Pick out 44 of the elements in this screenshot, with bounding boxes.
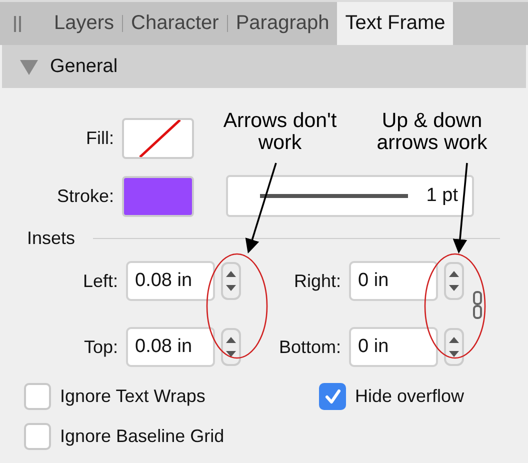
stepper[interactable] <box>444 328 464 366</box>
checkbox[interactable] <box>24 423 51 450</box>
stroke-weight-field[interactable]: 1 pt <box>226 175 474 217</box>
tab[interactable]: Layers <box>46 2 122 45</box>
stroke-label: Stroke: <box>56 186 114 206</box>
checkbox[interactable] <box>319 383 346 410</box>
up-arrow-icon <box>449 337 459 344</box>
inset-label: Left: <box>82 270 118 292</box>
down-arrow-icon <box>226 350 236 357</box>
down-arrow-icon <box>226 284 236 291</box>
inset-field[interactable]: 0 in <box>349 327 438 367</box>
checkbox-label: Hide overflow <box>355 386 464 407</box>
section-title: General <box>50 56 118 78</box>
annotation-text: Up & down arrows work <box>376 110 488 154</box>
insets-label: Insets <box>27 228 76 248</box>
inset-field[interactable]: 0.08 in <box>126 327 215 367</box>
checkbox-label: Ignore Text Wraps <box>60 386 206 407</box>
stroke-swatch[interactable] <box>122 176 194 216</box>
up-arrow-icon <box>449 271 459 278</box>
checkbox-label: Ignore Baseline Grid <box>60 426 224 447</box>
chain-link-icon[interactable] <box>473 291 482 319</box>
inset-label: Bottom: <box>278 336 341 358</box>
grip-icon[interactable] <box>14 16 22 32</box>
down-arrow-icon <box>449 350 459 357</box>
down-arrow-icon <box>449 284 459 291</box>
up-arrow-icon <box>226 337 236 344</box>
checkbox[interactable] <box>24 383 51 410</box>
annotation-text: Arrows don't work <box>222 110 338 154</box>
fill-label: Fill: <box>85 128 114 149</box>
fill-swatch[interactable] <box>122 118 194 159</box>
tab[interactable]: Text Frame <box>337 2 454 45</box>
inset-field[interactable]: 0.08 in <box>126 261 215 301</box>
tab[interactable]: Paragraph <box>228 2 338 45</box>
up-arrow-icon <box>226 271 236 278</box>
inset-label: Right: <box>292 270 341 292</box>
stepper[interactable] <box>444 262 464 300</box>
inset-label: Top: <box>82 336 118 358</box>
checkmark-icon <box>324 389 340 404</box>
stepper[interactable] <box>221 328 241 366</box>
stepper[interactable] <box>221 262 241 300</box>
stroke-weight: 1 pt <box>426 185 458 207</box>
inset-field[interactable]: 0 in <box>349 261 438 301</box>
section-header[interactable]: General <box>2 45 526 88</box>
tab[interactable]: Character <box>123 2 227 45</box>
